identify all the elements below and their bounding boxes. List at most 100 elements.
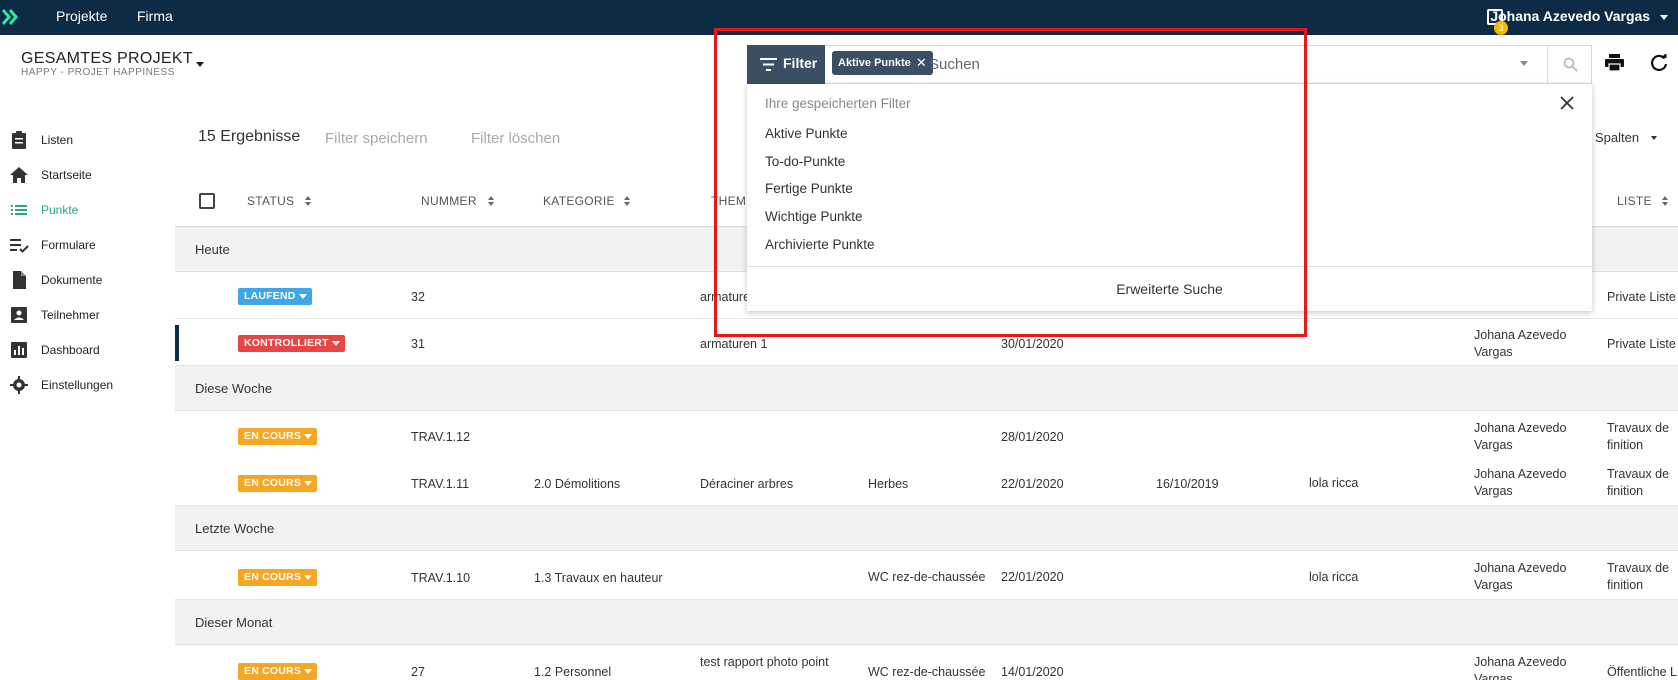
cell-nummer: 27 xyxy=(411,665,425,679)
clear-filter-button[interactable]: Filter löschen xyxy=(471,130,560,147)
cell-thema: Déraciner arbres xyxy=(700,477,794,491)
cell-kategorie: 1.3 Travaux en hauteur xyxy=(534,571,663,585)
project-title[interactable]: GESAMTES PROJEKT xyxy=(21,50,193,68)
chevron-down-icon[interactable] xyxy=(1520,61,1528,66)
cell-nummer: TRAV.1.12 xyxy=(411,430,471,444)
user-name: Johana Azevedo Vargas xyxy=(1490,8,1651,24)
sidebar-item-listen[interactable]: Listen xyxy=(0,125,175,155)
sidebar-item-dashboard[interactable]: Dashboard xyxy=(0,335,175,365)
select-all-checkbox[interactable] xyxy=(199,193,215,209)
cell-liste: Private Liste xyxy=(1607,337,1676,351)
cell-person: lola ricca xyxy=(1309,570,1359,584)
chevron-down-icon xyxy=(1651,136,1657,140)
column-header-liste[interactable]: LISTE xyxy=(1617,194,1652,208)
cell-ort: WC rez-de-chaussée xyxy=(868,665,986,679)
user-menu[interactable]: Johana Azevedo Vargas xyxy=(1490,8,1668,24)
home-icon xyxy=(10,167,28,183)
columns-button[interactable]: Spalten xyxy=(1595,130,1639,145)
cell-ort: Herbes xyxy=(868,477,909,491)
sidebar-item-dokumente[interactable]: Dokumente xyxy=(0,265,175,295)
checklist-icon xyxy=(10,239,29,253)
refresh-icon[interactable] xyxy=(1650,54,1668,72)
cell-liste: Öffentliche L xyxy=(1607,665,1677,679)
cell-datum: 14/01/2020 xyxy=(1001,665,1064,679)
cell-liste: Travaux de finition xyxy=(1607,467,1670,498)
column-header-status[interactable]: STATUS xyxy=(247,194,294,208)
cell-kategorie: 2.0 Démolitions xyxy=(534,477,621,491)
group-header-diese-woche: Diese Woche xyxy=(175,366,1678,411)
sidebar-item-label: Startseite xyxy=(41,168,92,182)
status-badge[interactable]: EN COURS xyxy=(238,475,318,492)
sidebar-item-label: Dashboard xyxy=(41,343,100,357)
cell-person: lola ricca xyxy=(1309,476,1359,490)
cell-zustaendig: Johana Azevedo Vargas xyxy=(1474,328,1567,359)
nav-link-projekte[interactable]: Projekte xyxy=(56,8,107,24)
cell-zustaendig: Johana Azevedo Vargas xyxy=(1474,655,1567,680)
cell-zustaendig: Johana Azevedo Vargas xyxy=(1474,561,1567,592)
search-button[interactable] xyxy=(1547,46,1592,83)
gear-icon xyxy=(10,376,28,394)
cell-datum: 28/01/2020 xyxy=(1001,430,1064,444)
cell-zustaendig: Johana Azevedo Vargas xyxy=(1474,421,1567,452)
sidebar-item-formulare[interactable]: Formulare xyxy=(0,230,175,260)
app-logo-icon[interactable] xyxy=(0,6,22,28)
cell-ort: WC rez-de-chaussée xyxy=(868,570,986,584)
group-label: Diese Woche xyxy=(195,381,273,396)
highlight-box xyxy=(714,28,1307,337)
status-badge[interactable]: EN COURS xyxy=(238,663,318,680)
sidebar-item-label: Formulare xyxy=(41,238,96,252)
chart-icon xyxy=(11,342,27,358)
column-header-kategorie[interactable]: KATEGORIE xyxy=(543,194,615,208)
sidebar-item-label: Listen xyxy=(41,133,74,147)
selection-indicator xyxy=(175,325,179,361)
cell-datum: 22/01/2020 xyxy=(1001,570,1064,584)
project-dropdown-icon[interactable] xyxy=(196,62,204,67)
sidebar-item-label: Dokumente xyxy=(41,273,103,287)
chevron-down-icon xyxy=(1660,14,1668,20)
sort-icon[interactable] xyxy=(487,195,495,207)
status-badge[interactable]: LAUFEND xyxy=(238,288,312,305)
status-badge[interactable]: KONTROLLIERT xyxy=(238,335,345,352)
sidebar-item-label: Punkte xyxy=(41,203,79,217)
cell-thema: armaturen 1 xyxy=(700,337,768,351)
group-label: Heute xyxy=(195,242,230,257)
sort-icon[interactable] xyxy=(623,195,631,207)
cell-datum: 30/01/2020 xyxy=(1001,337,1064,351)
status-badge[interactable]: EN COURS xyxy=(238,428,318,445)
list-icon xyxy=(11,205,27,215)
cell-liste: Travaux de finition xyxy=(1607,421,1670,452)
cell-liste: Travaux de finition xyxy=(1607,561,1670,592)
close-icon[interactable] xyxy=(1560,96,1574,110)
group-header-dieser-monat: Dieser Monat xyxy=(175,600,1678,645)
group-header-letzte-woche: Letzte Woche xyxy=(175,506,1678,551)
search-icon xyxy=(1563,57,1578,72)
cell-thema: test rapport photo point xyxy=(700,655,829,669)
group-label: Dieser Monat xyxy=(195,615,273,630)
print-icon[interactable] xyxy=(1605,54,1624,71)
status-badge[interactable]: EN COURS xyxy=(238,569,318,586)
cell-datum: 22/01/2020 xyxy=(1001,477,1064,491)
sidebar-item-label: Teilnehmer xyxy=(41,308,100,322)
cell-kategorie: 1.2 Personnel xyxy=(534,665,612,679)
sidebar-item-punkte[interactable]: Punkte xyxy=(0,195,175,225)
clipboard-icon xyxy=(12,131,26,149)
nav-link-firma[interactable]: Firma xyxy=(137,8,173,24)
sort-icon[interactable] xyxy=(1661,195,1669,207)
cell-nummer: 32 xyxy=(411,290,425,304)
results-count: 15 Ergebnisse xyxy=(198,128,301,145)
cell-datum2: 16/10/2019 xyxy=(1156,477,1219,491)
document-icon xyxy=(13,271,26,289)
project-subtitle: HAPPY - PROJET HAPPINESS xyxy=(21,67,175,78)
cell-nummer: TRAV.1.11 xyxy=(411,477,470,491)
sidebar-item-teilnehmer[interactable]: Teilnehmer xyxy=(0,300,175,330)
table-row[interactable] xyxy=(175,412,1678,458)
sidebar-item-einstellungen[interactable]: Einstellungen xyxy=(0,370,175,400)
save-filter-button[interactable]: Filter speichern xyxy=(325,130,428,147)
sidebar-item-label: Einstellungen xyxy=(41,378,114,392)
sort-icon[interactable] xyxy=(304,195,312,207)
cell-zustaendig: Johana Azevedo Vargas xyxy=(1474,467,1567,498)
table-row[interactable] xyxy=(175,458,1678,506)
contacts-icon xyxy=(11,307,27,323)
sidebar-item-startseite[interactable]: Startseite xyxy=(0,160,175,190)
column-header-nummer[interactable]: NUMMER xyxy=(421,194,477,208)
